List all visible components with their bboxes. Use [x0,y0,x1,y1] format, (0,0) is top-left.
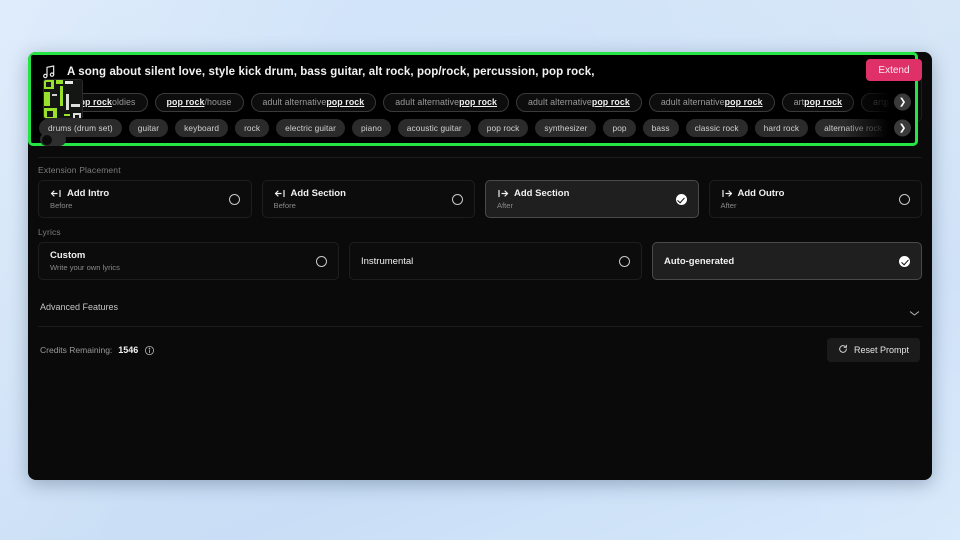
option-title-wrap: Auto-generated [664,256,734,267]
option-subtitle: Write your own lyrics [50,263,120,272]
instrument-tag[interactable]: electric guitar [276,119,345,137]
option-auto-generated[interactable]: Auto-generated [652,242,922,280]
option-title: Add Intro [67,188,110,199]
instrument-tag[interactable]: guitar [128,119,169,137]
radio-button[interactable] [899,193,910,205]
option-instrumental[interactable]: Instrumental [349,242,642,280]
magic-music-icon [41,64,57,80]
prompt-input[interactable]: A song about silent love, style kick dru… [67,66,878,78]
option-subtitle: Before [50,201,73,210]
radio-button[interactable] [228,193,240,205]
option-title-wrap: Add Intro [50,188,109,199]
option-title: Add Section [514,188,570,199]
instrument-tag[interactable]: pop rock [477,119,529,137]
album-artwork [43,78,83,119]
chevron-right-icon[interactable]: ❯ [894,93,911,111]
option-texts: Custom Write your own lyrics [50,250,120,272]
option-custom-lyrics[interactable]: Custom Write your own lyrics [38,242,339,280]
radio-button[interactable] [316,255,327,267]
lyrics-options: Custom Write your own lyrics Instrumenta… [38,242,922,280]
bar-arrow-right-icon [497,189,509,198]
style-tag[interactable]: adult alternative pop rock [250,92,377,112]
instrument-tag[interactable]: bass [642,119,679,137]
radio-button[interactable] [452,193,463,205]
option-add-section-after[interactable]: Add Section After [485,180,699,218]
option-add-intro-before[interactable]: Add Intro Before [38,180,252,218]
option-title-wrap: Instrumental [361,256,413,267]
extension-placement-group: Extension Placement Add Intro Before Add… [28,158,932,218]
advanced-features-label: Advanced Features [40,302,119,312]
option-texts: Add Section After [497,188,569,210]
info-icon[interactable] [144,345,155,356]
arrow-left-bar-icon [274,189,286,198]
option-subtitle: Before [273,201,296,210]
style-tags-row[interactable]: ✕ pop rock oldies pop rock/house adult a… [31,89,915,115]
crop-and-extend-toggle[interactable] [40,133,66,146]
style-tag[interactable]: adult alternative pop rock [648,92,775,112]
style-tag[interactable]: art pop rock [781,92,855,112]
option-texts: Auto-generated [664,256,734,267]
arrow-left-bar-icon [50,189,62,198]
instrument-tag[interactable]: classic rock [685,119,748,137]
radio-button[interactable] [675,193,687,205]
option-title: Custom [50,250,86,261]
bar-arrow-right-icon [721,189,733,198]
toggle-knob [41,134,52,145]
prompt-highlight-region: A song about silent love, style kick dru… [28,52,918,146]
instrument-tags-row[interactable]: drums (drum set) guitar keyboard rock el… [31,115,915,141]
option-title: Auto-generated [664,255,735,267]
option-texts: Add Intro Before [50,188,109,210]
instrument-tag[interactable]: hard rock [754,119,809,137]
instrument-tag[interactable]: keyboard [175,119,229,137]
style-tag[interactable]: adult alternative pop rock [383,92,510,112]
option-title: Instrumental [361,255,414,267]
panel-footer: Credits Remaining: 1546 Reset Prompt [28,327,932,373]
reset-prompt-button[interactable]: Reset Prompt [826,338,920,362]
option-title-wrap: Add Section [274,188,346,199]
option-texts: Add Outro After [721,188,785,210]
radio-button[interactable] [899,255,910,267]
reset-prompt-label: Reset Prompt [853,345,909,355]
lyrics-label: Lyrics [38,227,61,237]
option-texts: Add Section Before [274,188,346,210]
credits-label: Credits Remaining: [40,345,113,355]
instrument-tag[interactable]: pop [603,119,636,137]
radio-button[interactable] [619,255,630,267]
instrument-tag[interactable]: piano [351,119,391,137]
instrument-tag[interactable]: synthesizer [535,119,597,137]
advanced-features-row[interactable]: Advanced Features [28,288,932,326]
option-title: Add Outro [737,188,785,199]
option-add-section-before[interactable]: Add Section Before [261,180,475,218]
style-tag[interactable]: pop rock/house [154,92,244,112]
option-texts: Instrumental [361,256,413,267]
instrument-tag[interactable]: alternative rock [815,119,892,137]
option-subtitle: After [497,201,514,210]
option-title-wrap: Custom [50,250,120,261]
extension-placement-options: Add Intro Before Add Section Before Add … [38,180,922,218]
extend-button[interactable]: Extend [866,59,922,81]
instrument-tag[interactable]: rock [235,119,270,137]
option-title-wrap: Add Outro [721,188,785,199]
option-title-wrap: Add Section [497,188,569,199]
refresh-icon [838,344,848,356]
style-tag[interactable]: adult alternative pop rock [516,92,642,112]
option-add-outro-after[interactable]: Add Outro After [708,180,922,218]
instrument-tag[interactable]: acoustic guitar [397,119,471,137]
chevron-right-icon[interactable]: ❯ [894,119,911,137]
chevron-down-icon[interactable] [909,304,920,316]
credits-remaining: Credits Remaining: 1546 [40,345,155,356]
prompt-bar[interactable]: A song about silent love, style kick dru… [31,55,915,89]
lyrics-group: Lyrics Custom Write your own lyrics Inst… [28,218,932,280]
extension-placement-label: Extension Placement [38,165,121,175]
credits-value: 1546 [118,345,139,355]
option-title: Add Section [290,188,346,199]
generation-panel: A song about silent love, style kick dru… [28,52,932,480]
option-subtitle: After [720,201,737,210]
